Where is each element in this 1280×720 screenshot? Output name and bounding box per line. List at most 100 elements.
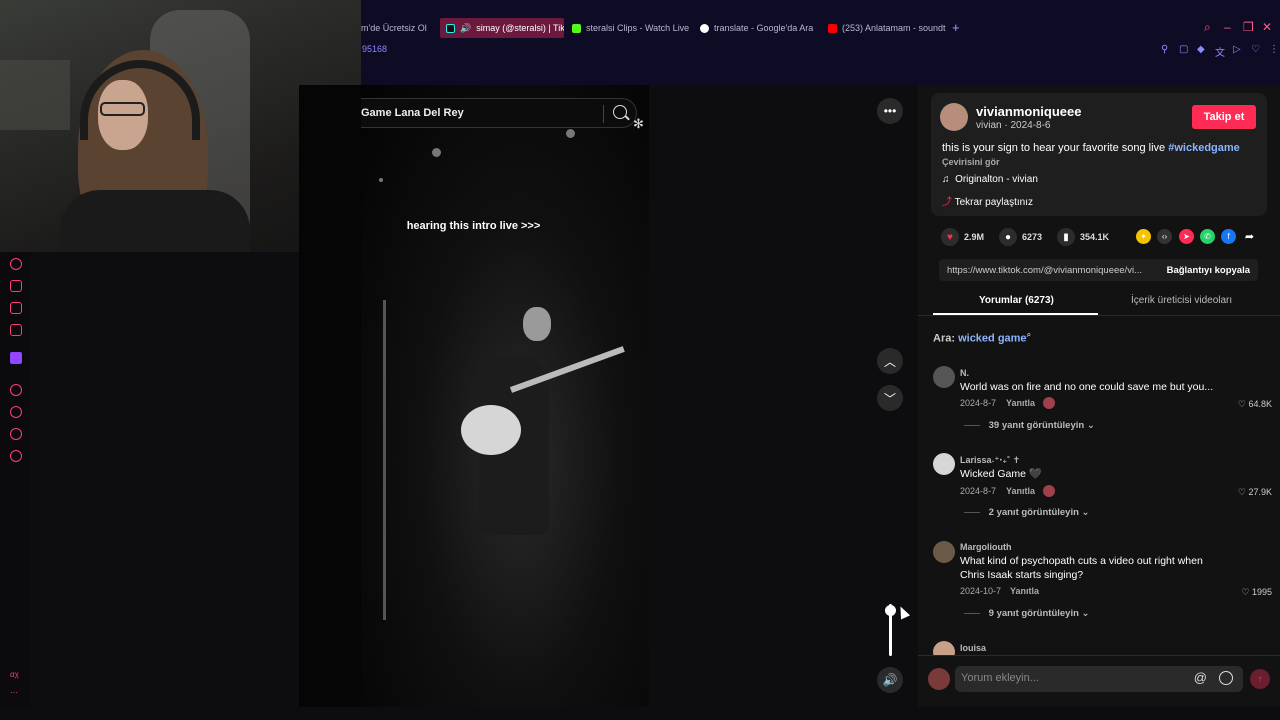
sidebar-label: αχ (10, 670, 19, 679)
comment-like-count: 64.8K (1248, 399, 1272, 409)
tab-label: simay (@steralsi) | Tik (476, 23, 564, 33)
view-replies-button[interactable]: 2 yanıt görüntüleyin ⌄ (964, 507, 1090, 518)
hashtag-link[interactable]: #wickedgame (1168, 142, 1240, 154)
translate-icon[interactable]: 文 (1215, 44, 1225, 59)
chevron-down-icon: ⌄ (1086, 420, 1095, 431)
send-comment-button[interactable]: ↑ (1250, 669, 1270, 689)
related-search[interactable]: Ara: wicked game⌕ (933, 330, 1031, 345)
comment-avatar[interactable] (933, 366, 955, 388)
tab-label: translate - Google'da Ara (714, 23, 814, 33)
author-username[interactable]: vivianmoniqueee (976, 104, 1081, 119)
video-player[interactable]: hearing this intro live >>> (361, 85, 649, 707)
related-keyword[interactable]: wicked game (958, 333, 1026, 345)
comment-author[interactable]: louisa (960, 643, 986, 653)
translate-link[interactable]: Çevirisini gör (942, 157, 1000, 167)
volume-icon[interactable]: 🔊 (877, 667, 903, 693)
mention-icon[interactable]: @ (1194, 670, 1207, 685)
stage-light (379, 178, 383, 182)
tab-ucretsiz[interactable]: m'de Ücretsiz Ol (355, 18, 435, 38)
speaker-icon[interactable]: 🔊 (460, 23, 471, 34)
reaction-icon (1043, 397, 1055, 409)
search-small-icon: ⌕ (1026, 330, 1032, 339)
comment-author[interactable]: N. (960, 368, 969, 378)
like-icon[interactable]: ♥ (941, 228, 959, 246)
comment-avatar[interactable] (933, 541, 955, 563)
comment-icon[interactable]: ● (999, 228, 1017, 246)
comment-input[interactable]: Yorum ekleyin... @ (955, 666, 1243, 692)
view-replies-button[interactable]: 39 yanıt görüntüleyin ⌄ (964, 420, 1095, 431)
search-bar[interactable]: Game Lana Del Rey (361, 98, 637, 128)
chevron-up-icon[interactable]: ︿ (877, 348, 903, 374)
tab-label: m'de Ücretsiz Ol (361, 23, 427, 33)
restore-icon[interactable]: ❐ (1243, 20, 1254, 34)
bookmark-icon[interactable]: ▮ (1057, 228, 1075, 246)
comment-likes[interactable]: ♡ 1995 (1241, 587, 1272, 598)
tab-youtube[interactable]: (253) Anlatamam - soundt (822, 18, 946, 38)
comment-author[interactable]: Larissa˖⁺‧₊˚ ✝ (960, 455, 1020, 466)
comment-likes[interactable]: ♡ 27.9K (1238, 487, 1272, 498)
play-icon[interactable] (10, 384, 22, 396)
heart-icon[interactable]: ♡ (1251, 44, 1260, 55)
search-input[interactable]: Game Lana Del Rey (361, 107, 464, 119)
reply-button[interactable]: Yanıtla (1010, 586, 1039, 596)
reply-button[interactable]: Yanıtla (1006, 486, 1035, 496)
share-arrow-icon[interactable]: ➦ (1242, 229, 1257, 244)
comment-like-count: 1995 (1251, 587, 1272, 597)
instagram-icon[interactable] (10, 302, 22, 314)
extensions-icon[interactable] (10, 428, 22, 440)
webcam-person-shirt (60, 190, 250, 252)
search-icon[interactable] (613, 105, 627, 119)
comment-likes[interactable]: ♡ 64.8K (1238, 399, 1272, 410)
reply-button[interactable]: Yanıtla (1006, 398, 1035, 408)
follow-button[interactable]: Takip et (1192, 105, 1256, 129)
comment-date: 2024-8-7 (960, 486, 997, 496)
video-link[interactable]: https://www.tiktok.com/@vivianmoniqueee/… (947, 265, 1152, 276)
comment-count: 6273 (1022, 232, 1043, 242)
tab-comments[interactable]: Yorumlar (6273) (979, 295, 1054, 306)
twitch-icon[interactable] (10, 352, 22, 364)
comment-date: 2024-10-7 (960, 586, 1002, 596)
crop-icon[interactable]: ▢ (1179, 44, 1188, 55)
close-icon[interactable]: ✕ (1262, 20, 1272, 34)
my-avatar[interactable] (928, 668, 950, 690)
new-tab-button[interactable]: + (952, 20, 960, 35)
volume-handle[interactable] (885, 605, 896, 616)
clock-icon[interactable] (10, 406, 22, 418)
screen: m'de Ücretsiz Ol 🔊 simay (@steralsi) | T… (0, 0, 1280, 720)
settings-icon[interactable] (10, 450, 22, 462)
more-icon[interactable]: ⋯ (10, 688, 18, 697)
reaction-icon (1043, 485, 1055, 497)
chevron-down-icon[interactable]: ﹀ (877, 385, 903, 411)
history-icon[interactable] (10, 258, 22, 270)
embed-icon[interactable]: ‹› (1157, 229, 1172, 244)
music-row[interactable]: ♫ Originalton - vivian (942, 174, 1038, 185)
pin-icon[interactable]: ⚲ (1161, 44, 1168, 55)
copy-link-button[interactable]: Bağlantıyı kopyala (1167, 265, 1250, 276)
gift-icon[interactable] (10, 280, 22, 292)
send-share-icon[interactable]: ➤ (1179, 229, 1194, 244)
minimize-icon[interactable]: – (1224, 20, 1231, 34)
chevron-down-icon: ⌄ (1081, 608, 1090, 619)
menu-icon[interactable]: ⋮ (1269, 44, 1279, 55)
view-replies-button[interactable]: 9 yanıt görüntüleyin ⌄ (964, 608, 1090, 619)
tab-creator-videos[interactable]: İçerik üreticisi videoları (1131, 295, 1232, 306)
whatsapp-icon[interactable]: ✆ (1200, 229, 1215, 244)
messenger-icon[interactable] (10, 324, 22, 336)
gift-share-icon[interactable]: ✦ (1136, 229, 1151, 244)
more-options-icon[interactable]: ••• (877, 98, 903, 124)
comment-author[interactable]: Margoliouth (960, 542, 1012, 552)
send-icon[interactable]: ▷ (1233, 44, 1241, 55)
comment-avatar[interactable] (933, 453, 955, 475)
youtube-icon (828, 23, 837, 33)
emoji-icon[interactable] (1219, 671, 1233, 685)
active-tab-indicator (933, 313, 1098, 315)
author-avatar[interactable] (940, 103, 968, 131)
tab-kick[interactable]: steralsi Clips - Watch Live (566, 18, 690, 38)
tab-google[interactable]: translate - Google'da Ara (694, 18, 818, 38)
search-icon[interactable]: ⌕ (1204, 20, 1211, 35)
tab-tiktok[interactable]: 🔊 simay (@steralsi) | Tik (440, 18, 564, 38)
address-fragment[interactable]: 95168 (362, 44, 387, 54)
facebook-icon[interactable]: f (1221, 229, 1236, 244)
heart-outline-icon: ♡ (1237, 399, 1246, 409)
shield-icon[interactable]: ◆ (1197, 44, 1205, 55)
